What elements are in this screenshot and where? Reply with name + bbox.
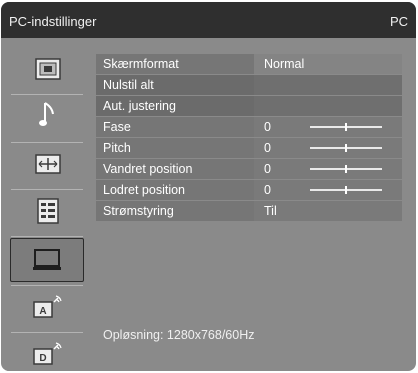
sidebar-divider [11,94,83,95]
sidebar-divider [11,189,83,190]
settings-menu: Skærmformat Normal Nulstil alt Aut. just… [96,54,402,222]
sidebar-item-screen-format[interactable] [13,145,83,183]
menu-row-phase[interactable]: Fase 0 [96,117,402,137]
sidebar: A D [5,42,87,371]
slider-knob[interactable] [345,186,347,194]
sidebar-item-picture[interactable] [13,50,83,88]
sidebar-divider [11,285,83,286]
analog-antenna-icon: A [33,295,62,318]
source-label: PC [389,14,408,29]
sidebar-divider [11,236,83,237]
slider-knob[interactable] [345,123,347,131]
menu-row-value: 0 [264,141,271,155]
resolution-status: Opløsning: 1280x768/60Hz [103,328,255,342]
menu-row-value: Normal [264,57,305,71]
page-title: PC-indstillinger [9,14,97,29]
digital-antenna-icon: D [33,342,62,365]
options-list-icon [37,198,59,224]
menu-row-value: 0 [264,120,271,134]
menu-row-value: 0 [264,183,271,197]
sidebar-item-options[interactable] [13,192,83,230]
menu-row-vertical-position[interactable]: Lodret position 0 [96,180,402,200]
menu-row-value: Til [264,204,277,218]
menu-row-label: Skærmformat [103,57,179,71]
menu-row-label: Lodret position [103,183,186,197]
menu-row-screen-format[interactable]: Skærmformat Normal [96,54,402,74]
screen-format-icon [35,154,61,174]
vertical-position-slider[interactable] [310,186,382,194]
pitch-slider[interactable] [310,144,382,152]
horizontal-position-slider[interactable] [310,165,382,173]
sidebar-divider [11,332,83,333]
sidebar-item-pc[interactable] [10,238,84,282]
sidebar-divider [11,142,83,143]
pc-monitor-icon [33,249,61,270]
menu-row-horizontal-position[interactable]: Vandret position 0 [96,159,402,179]
sidebar-item-analog-channels[interactable]: A [13,288,83,326]
menu-row-auto-adjust[interactable]: Aut. justering [96,96,402,116]
svg-text:A: A [39,306,46,317]
menu-row-value: 0 [264,162,271,176]
menu-row-label: Aut. justering [103,99,176,113]
sidebar-item-sound[interactable] [13,96,83,134]
slider-knob[interactable] [345,165,347,173]
menu-row-label: Strømstyring [103,204,174,218]
menu-row-label: Pitch [103,141,131,155]
menu-row-reset-all[interactable]: Nulstil alt [96,75,402,95]
osd-menu-window: PC-indstillinger PC A D Skærmformat Norm… [1,2,416,371]
menu-row-pitch[interactable]: Pitch 0 [96,138,402,158]
slider-knob[interactable] [345,144,347,152]
picture-icon [35,58,61,80]
value-column [254,96,402,116]
svg-text:D: D [39,353,46,364]
menu-row-label: Nulstil alt [103,78,154,92]
menu-row-label: Fase [103,120,131,134]
menu-row-power-management[interactable]: Strømstyring Til [96,201,402,221]
title-bar: PC-indstillinger PC [1,2,416,38]
sound-note-icon [39,102,54,126]
menu-row-label: Vandret position [103,162,193,176]
phase-slider[interactable] [310,123,382,131]
sidebar-item-digital-channels[interactable]: D [13,335,83,371]
value-column [254,75,402,95]
